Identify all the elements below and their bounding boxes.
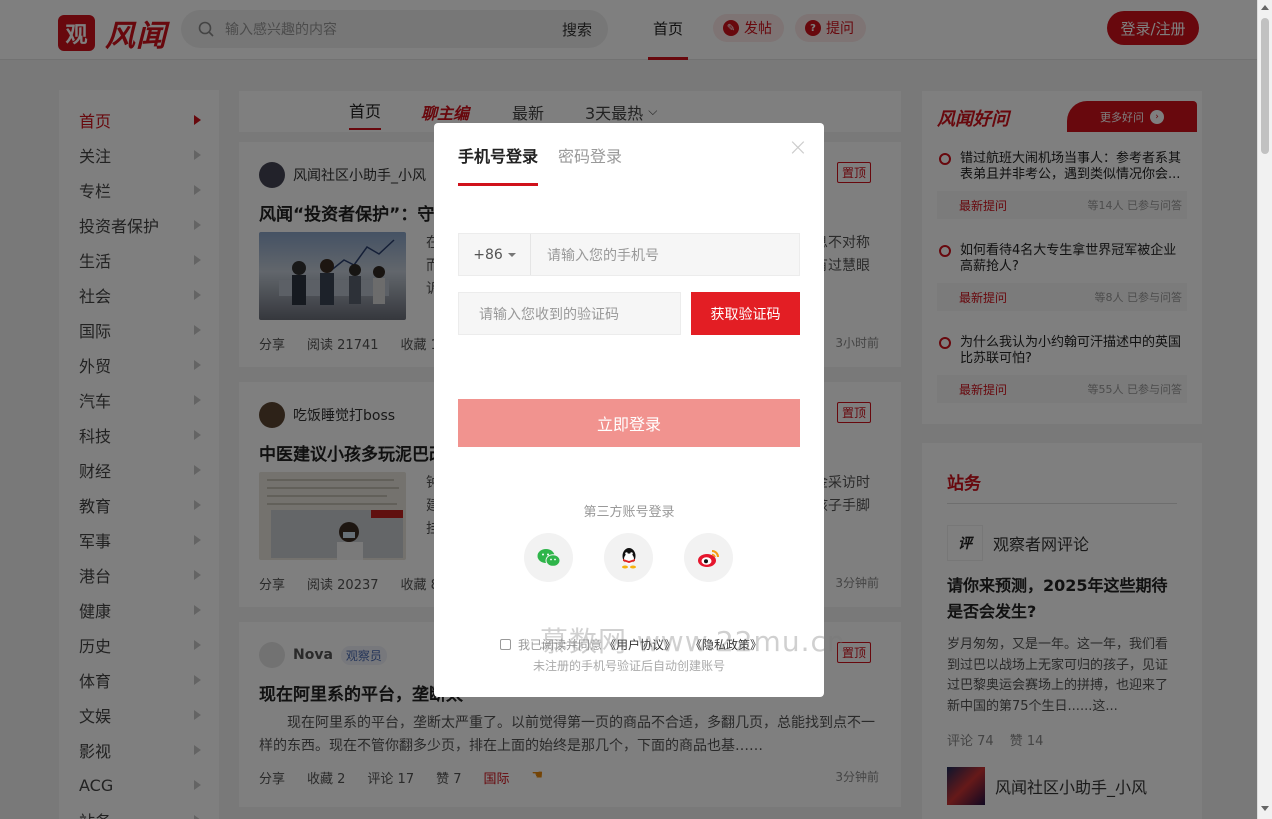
qq-login-button[interactable] bbox=[604, 533, 653, 582]
tab-password-login[interactable]: 密码登录 bbox=[558, 143, 622, 167]
qq-icon bbox=[621, 547, 636, 568]
get-code-button[interactable]: 获取验证码 bbox=[691, 292, 800, 335]
country-code-select[interactable]: +86 bbox=[459, 234, 531, 275]
agree-checkbox[interactable] bbox=[500, 639, 511, 650]
login-submit-button[interactable]: 立即登录 bbox=[458, 399, 800, 447]
verification-code-input[interactable] bbox=[479, 293, 669, 334]
third-party-label: 第三方账号登录 bbox=[583, 505, 675, 520]
weibo-icon bbox=[697, 549, 719, 567]
verification-code-field bbox=[458, 292, 681, 335]
wechat-login-button[interactable] bbox=[524, 533, 573, 582]
watermark: 慕数网 www.22mu.cn bbox=[540, 625, 846, 658]
wechat-icon bbox=[537, 548, 560, 567]
country-code-value: +86 bbox=[473, 246, 503, 263]
phone-field: +86 bbox=[458, 233, 800, 276]
weibo-login-button[interactable] bbox=[684, 533, 733, 582]
login-modal: 手机号登录 密码登录 × +86 获取验证码 立即登录 第三方账号登录 我已阅读… bbox=[434, 123, 824, 697]
caret-down-icon bbox=[507, 252, 516, 257]
close-icon[interactable]: × bbox=[788, 133, 808, 161]
page-scrollbar[interactable] bbox=[1257, 0, 1272, 819]
phone-input[interactable] bbox=[547, 234, 787, 275]
scroll-up-icon[interactable] bbox=[1261, 5, 1269, 10]
scrollbar-thumb[interactable] bbox=[1261, 18, 1269, 154]
active-tab-indicator bbox=[458, 183, 538, 186]
scroll-down-icon[interactable] bbox=[1261, 806, 1269, 811]
tab-phone-login[interactable]: 手机号登录 bbox=[458, 143, 538, 167]
